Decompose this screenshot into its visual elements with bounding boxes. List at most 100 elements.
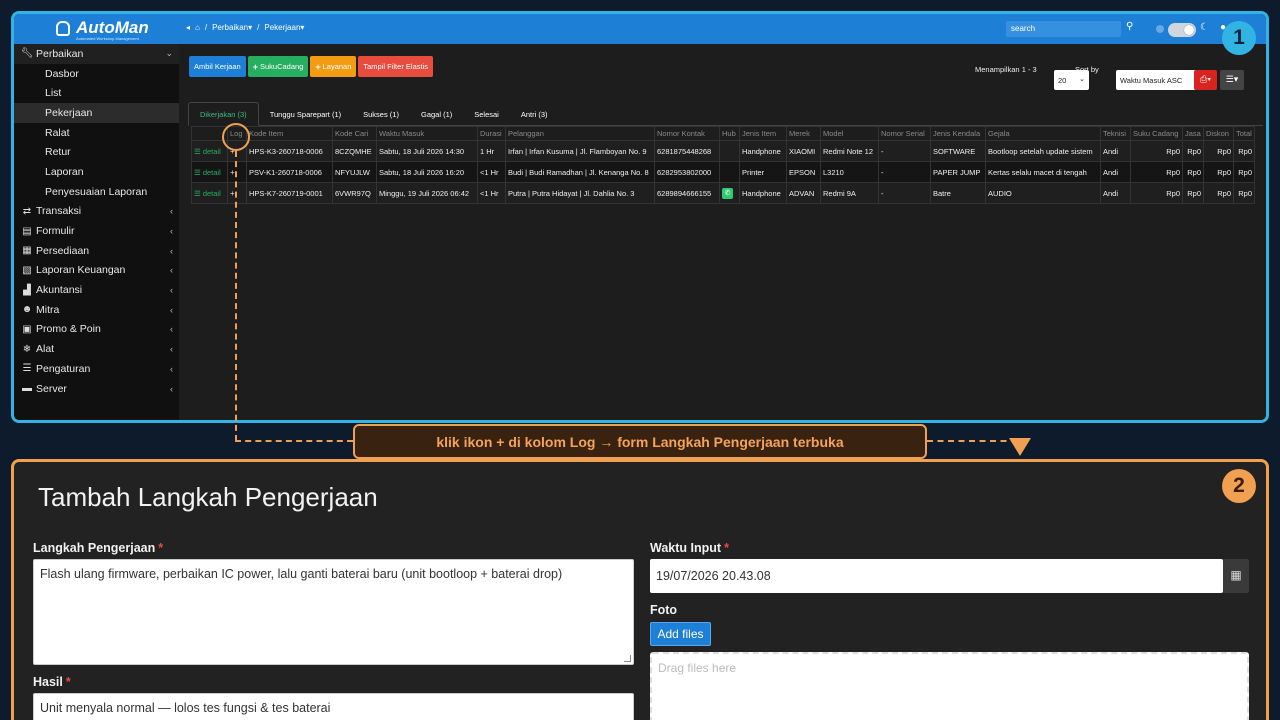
- tab-selesai[interactable]: Selesai: [463, 102, 510, 126]
- search-icon[interactable]: ⚲: [1126, 21, 1133, 32]
- chevron-left-icon: ‹: [170, 285, 173, 296]
- sidebar-item-persediaan[interactable]: ▦ Persediaan ‹: [14, 241, 179, 261]
- sidebar-item-mitra[interactable]: ☻ Mitra ‹: [14, 300, 179, 320]
- detail-link[interactable]: ☰ detail: [191, 182, 228, 204]
- waktu-input-field[interactable]: 19/07/2026 20.43.08: [650, 559, 1223, 593]
- chevron-down-icon: ⌄: [165, 48, 173, 59]
- column-header[interactable]: Gejala: [985, 126, 1101, 141]
- plus-icon: +: [315, 61, 321, 72]
- add-files-button[interactable]: Add files: [650, 622, 711, 646]
- column-header[interactable]: Nomor Serial: [878, 126, 931, 141]
- cell-serial: -: [878, 161, 931, 183]
- sidebar-item-formulir[interactable]: ▤ Formulir ‹: [14, 221, 179, 241]
- calendar-button[interactable]: ▦: [1223, 559, 1249, 593]
- tab-dikerjakan[interactable]: Dikerjakan (3): [188, 102, 259, 126]
- column-header[interactable]: Nomor Kontak: [654, 126, 720, 141]
- cell-jasa: Rp0: [1182, 161, 1204, 183]
- breadcrumb: ◂ ⌂ / Perbaikan▾ / Pekerjaan▾: [186, 23, 305, 32]
- status-tabs: Dikerjakan (3) Tunggu Sparepart (1) Suks…: [188, 102, 1263, 126]
- sidebar-item-retur[interactable]: Retur: [14, 142, 179, 162]
- tab-gagal[interactable]: Gagal (1): [410, 102, 463, 126]
- cell-kode-item: HPS-K3-260718-0006: [246, 140, 333, 162]
- whatsapp-icon[interactable]: ✆: [722, 187, 733, 199]
- cell-hub[interactable]: ✆: [719, 182, 740, 204]
- cell-total: Rp0: [1233, 182, 1255, 204]
- plus-icon: +: [230, 188, 235, 198]
- required-mark: *: [65, 675, 71, 689]
- theme-toggle[interactable]: [1168, 23, 1196, 37]
- print-button[interactable]: ⎙▾: [1194, 70, 1217, 90]
- sidebar-item-promo-poin[interactable]: ▣ Promo & Poin ‹: [14, 320, 179, 340]
- sidebar-item-pekerjaan[interactable]: Pekerjaan: [14, 103, 179, 123]
- cell-jasa: Rp0: [1182, 182, 1204, 204]
- sort-select[interactable]: Waktu Masuk ASC⌄: [1116, 70, 1206, 90]
- sidebar-item-ralat[interactable]: Ralat: [14, 123, 179, 143]
- column-header[interactable]: Kode Item: [246, 126, 333, 141]
- sidebar-item-server[interactable]: ▬ Server ‹: [14, 379, 179, 399]
- cell-merek: ADVAN: [786, 182, 821, 204]
- column-header[interactable]: Pelanggan: [505, 126, 655, 141]
- cell-gejala: AUDIO: [985, 182, 1101, 204]
- sukucadang-button[interactable]: + SukuCadang: [247, 56, 309, 77]
- column-header[interactable]: Hub: [719, 126, 740, 141]
- sidebar-item-pengaturan[interactable]: ☰ Pengaturan ‹: [14, 359, 179, 379]
- column-header[interactable]: Diskon: [1203, 126, 1234, 141]
- column-header[interactable]: Teknisi: [1100, 126, 1131, 141]
- column-header[interactable]: Waktu Masuk: [376, 126, 478, 141]
- tab-antri[interactable]: Antri (3): [510, 102, 559, 126]
- columns-button[interactable]: ☰▾: [1220, 70, 1244, 90]
- cell-teknisi: Andi: [1100, 161, 1131, 183]
- sidebar-item-alat[interactable]: ❄ Alat ‹: [14, 339, 179, 359]
- column-header[interactable]: Kode Cari: [332, 126, 377, 141]
- dropzone-placeholder: Drag files here: [658, 661, 737, 675]
- langkah-textarea[interactable]: Flash ulang firmware, perbaikan IC power…: [33, 559, 634, 665]
- home-icon[interactable]: ⌂: [195, 23, 200, 32]
- detail-link[interactable]: ☰ detail: [191, 161, 228, 183]
- search-input[interactable]: search: [1006, 21, 1121, 37]
- column-header[interactable]: Suku Cadang: [1130, 126, 1183, 141]
- grid-icon: ▦: [22, 245, 32, 257]
- sidebar-item-transaksi[interactable]: ⇄ Transaksi ‹: [14, 202, 179, 222]
- file-dropzone[interactable]: Drag files here: [650, 652, 1249, 720]
- detail-link[interactable]: ☰ detail: [191, 140, 228, 162]
- column-header[interactable]: Model: [820, 126, 879, 141]
- log-add-button[interactable]: +: [227, 182, 247, 204]
- layanan-button[interactable]: + Layanan: [310, 56, 357, 77]
- breadcrumb-perbaikan[interactable]: Perbaikan▾: [212, 23, 252, 32]
- sidebar-item-akuntansi[interactable]: ▟ Akuntansi ‹: [14, 280, 179, 300]
- cell-teknisi: Andi: [1100, 140, 1131, 162]
- top-navbar: AutoMan Automated Workshop Management ◂ …: [14, 14, 1266, 44]
- sidebar-item-laporan-keuangan[interactable]: ▧ Laporan Keuangan ‹: [14, 261, 179, 281]
- column-header[interactable]: Jenis Kendala: [930, 126, 986, 141]
- cell-merek: EPSON: [786, 161, 821, 183]
- column-header[interactable]: Durasi: [477, 126, 506, 141]
- column-header[interactable]: Jenis Item: [739, 126, 787, 141]
- column-header[interactable]: Jasa: [1182, 126, 1204, 141]
- sidebar-item-list[interactable]: List: [14, 83, 179, 103]
- hasil-textarea[interactable]: Unit menyala normal — lolos tes fungsi &…: [33, 693, 634, 720]
- hasil-label: Hasil *: [33, 675, 71, 689]
- tampil-filter-elastis-button[interactable]: Tampil Filter Elastis: [358, 56, 433, 77]
- ambil-kerjaan-button[interactable]: Ambil Kerjaan: [189, 56, 246, 77]
- cell-durasi: <1 Hr: [477, 182, 506, 204]
- column-header[interactable]: Total: [1233, 126, 1255, 141]
- chevron-left-icon: ‹: [170, 363, 173, 374]
- brand-name[interactable]: AutoMan: [76, 18, 149, 38]
- cell-pelanggan: Budi | Budi Ramadhan | Jl. Kenanga No. 8: [505, 161, 655, 183]
- sidebar-item-penyesuaian-laporan[interactable]: Penyesuaian Laporan: [14, 182, 179, 202]
- column-header[interactable]: Merek: [786, 126, 821, 141]
- back-icon[interactable]: ◂: [186, 23, 190, 32]
- tab-sukses[interactable]: Sukses (1): [352, 102, 410, 126]
- log-add-button[interactable]: +: [227, 161, 247, 183]
- sidebar-item-dasbor[interactable]: Dasbor: [14, 64, 179, 84]
- cell-jenis-item: Printer: [739, 161, 787, 183]
- cell-serial: -: [878, 140, 931, 162]
- report-icon: ▧: [22, 264, 32, 276]
- sidebar-item-perbaikan[interactable]: 🔧︎ Perbaikan ⌄: [14, 44, 179, 64]
- sidebar-item-laporan[interactable]: Laporan: [14, 162, 179, 182]
- tab-tunggu-sparepart[interactable]: Tunggu Sparepart (1): [259, 102, 352, 126]
- calendar-icon: ▦: [1230, 568, 1242, 582]
- breadcrumb-pekerjaan[interactable]: Pekerjaan▾: [264, 23, 304, 32]
- cell-waktu-masuk: Sabtu, 18 Juli 2026 14:30: [376, 140, 478, 162]
- resize-handle[interactable]: [624, 655, 631, 662]
